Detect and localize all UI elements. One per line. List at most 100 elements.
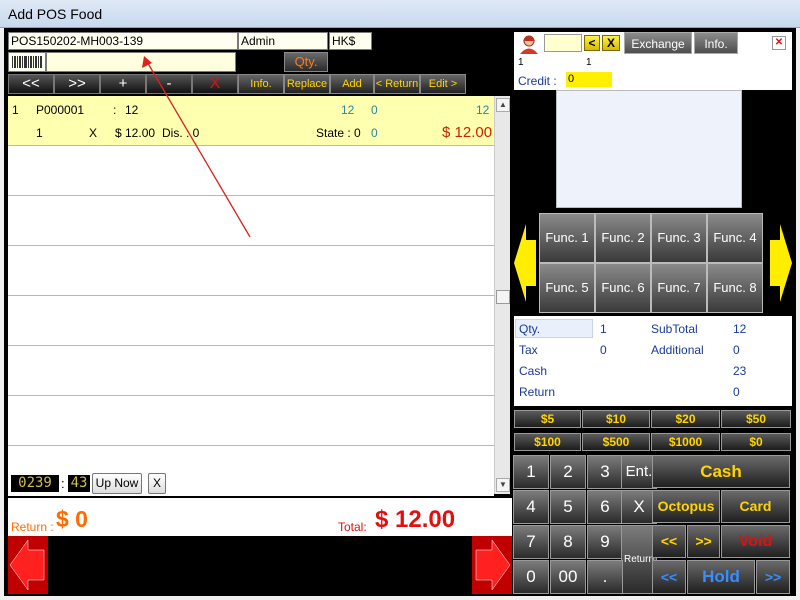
scroll-left-button[interactable] (8, 536, 48, 594)
customer-clear-button[interactable]: X (602, 35, 620, 51)
empty-row (8, 396, 494, 446)
customer-code-input[interactable] (544, 34, 582, 52)
clock-clear-button[interactable]: X (148, 473, 166, 494)
up-now-button[interactable]: Up Now (92, 473, 142, 494)
exchange-button[interactable]: Exchange (624, 32, 692, 54)
cash-button[interactable]: Cash (652, 455, 790, 488)
function-button-5[interactable]: Func. 5 (539, 263, 595, 313)
bottom-bar (8, 536, 512, 594)
list-scrollbar[interactable]: ▲ ▼ (494, 96, 510, 494)
close-icon[interactable]: ✕ (772, 36, 786, 50)
quick-cash-500[interactable]: $500 (582, 433, 650, 451)
key-7[interactable]: 7 (513, 525, 549, 559)
customer-value-2: 1 (586, 57, 592, 68)
customer-info-button[interactable]: Info. (694, 32, 738, 54)
item-state: State : 0 (316, 126, 361, 140)
empty-row (8, 246, 494, 296)
pay-prev-button[interactable]: << (652, 525, 686, 558)
function-button-8[interactable]: Func. 8 (707, 263, 763, 313)
annotation-arrow (142, 56, 251, 238)
total-amount: $ 12.00 (375, 506, 456, 533)
func-next-icon[interactable] (768, 212, 792, 314)
invoice-number-field[interactable]: POS150202-MH003-139 (8, 32, 238, 50)
key-3[interactable]: 3 (587, 455, 623, 489)
customer-panel: < X Exchange Info. ✕ 1 1 Credit : 0 (514, 32, 792, 90)
window-title: Add POS Food (8, 6, 103, 22)
function-button-3[interactable]: Func. 3 (651, 213, 707, 263)
customer-value-1: 1 (518, 57, 524, 68)
summary-qty-value: 1 (600, 322, 607, 336)
function-button-6[interactable]: Func. 6 (595, 263, 651, 313)
function-button-7[interactable]: Func. 7 (651, 263, 707, 313)
quick-cash-10[interactable]: $10 (582, 410, 650, 428)
summary-subtotal-value: 12 (733, 322, 747, 336)
payment-summary: Qty. 1 SubTotal 12 Tax 0 Additional 0 Ca… (514, 316, 792, 406)
summary-subtotal-label: SubTotal (651, 322, 698, 336)
quick-cash-20[interactable]: $20 (651, 410, 720, 428)
scroll-down-icon[interactable]: ▼ (496, 478, 510, 492)
total-label: Total: (338, 520, 367, 534)
pay-next-button[interactable]: >> (687, 525, 720, 558)
summary-additional-value: 0 (733, 343, 740, 357)
scroll-right-button[interactable] (472, 536, 512, 594)
key-2[interactable]: 2 (550, 455, 586, 489)
credit-label: Credit : (518, 74, 557, 88)
currency-field[interactable]: HK$ (329, 32, 372, 50)
add-button[interactable]: Add (330, 74, 374, 94)
prev-item-button[interactable]: << (8, 74, 54, 94)
user-field[interactable]: Admin (238, 32, 328, 50)
function-button-1[interactable]: Func. 1 (539, 213, 595, 263)
barcode-icon (8, 52, 46, 72)
key-9[interactable]: 9 (587, 525, 623, 559)
key-1[interactable]: 1 (513, 455, 549, 489)
return-label: Return : (11, 520, 54, 534)
key-4[interactable]: 4 (513, 490, 549, 524)
customer-memo[interactable] (556, 90, 742, 208)
clock-minutes: 43 (68, 475, 90, 492)
totals-bar: Return : $ 0 Total: $ 12.00 (8, 498, 512, 536)
octopus-button[interactable]: Octopus (652, 490, 720, 523)
summary-cash-value: 23 (733, 364, 747, 378)
void-button[interactable]: Void (721, 525, 790, 558)
item-code: P000001 (36, 103, 85, 117)
credit-value: 0 (566, 72, 612, 87)
scroll-thumb[interactable] (496, 290, 510, 304)
customer-avatar-icon (518, 34, 540, 54)
item-state-value: 0 (371, 126, 378, 140)
scroll-up-icon[interactable]: ▲ (496, 98, 510, 112)
summary-tax-label: Tax (519, 343, 538, 357)
item-index: 1 (12, 103, 19, 117)
edit-button[interactable]: Edit > (420, 74, 466, 94)
key-8[interactable]: 8 (550, 525, 586, 559)
key-6[interactable]: 6 (587, 490, 623, 524)
empty-row (8, 296, 494, 346)
key-5[interactable]: 5 (550, 490, 586, 524)
customer-prev-button[interactable]: < (584, 35, 600, 51)
hold-prev-button[interactable]: << (652, 560, 686, 594)
summary-cash-label: Cash (519, 364, 548, 378)
clock-hours: 0239 (11, 475, 59, 492)
func-prev-icon[interactable] (514, 212, 538, 314)
key-0[interactable]: 0 (513, 560, 549, 594)
return-button[interactable]: < Return (374, 74, 420, 94)
next-item-button[interactable]: >> (54, 74, 100, 94)
function-button-2[interactable]: Func. 2 (595, 213, 651, 263)
quick-cash-1000[interactable]: $1000 (651, 433, 720, 451)
quick-cash-50[interactable]: $50 (721, 410, 791, 428)
card-button[interactable]: Card (721, 490, 790, 523)
item-value-3: 12 (476, 103, 490, 117)
summary-qty-label: Qty. (519, 322, 541, 336)
quick-cash-0[interactable]: $0 (721, 433, 791, 451)
clock-separator: : (61, 476, 65, 491)
quick-cash-100[interactable]: $100 (514, 433, 581, 451)
quick-cash-5[interactable]: $5 (514, 410, 581, 428)
item-value-2: 0 (371, 103, 378, 117)
hold-button[interactable]: Hold (687, 560, 755, 594)
hold-next-button[interactable]: >> (756, 560, 790, 594)
replace-button[interactable]: Replace (284, 74, 330, 94)
key-dot[interactable]: . (587, 560, 623, 594)
key-00[interactable]: 00 (550, 560, 586, 594)
function-button-4[interactable]: Func. 4 (707, 213, 763, 263)
qty-button[interactable]: Qty. (284, 52, 328, 72)
summary-additional-label: Additional (651, 343, 704, 357)
